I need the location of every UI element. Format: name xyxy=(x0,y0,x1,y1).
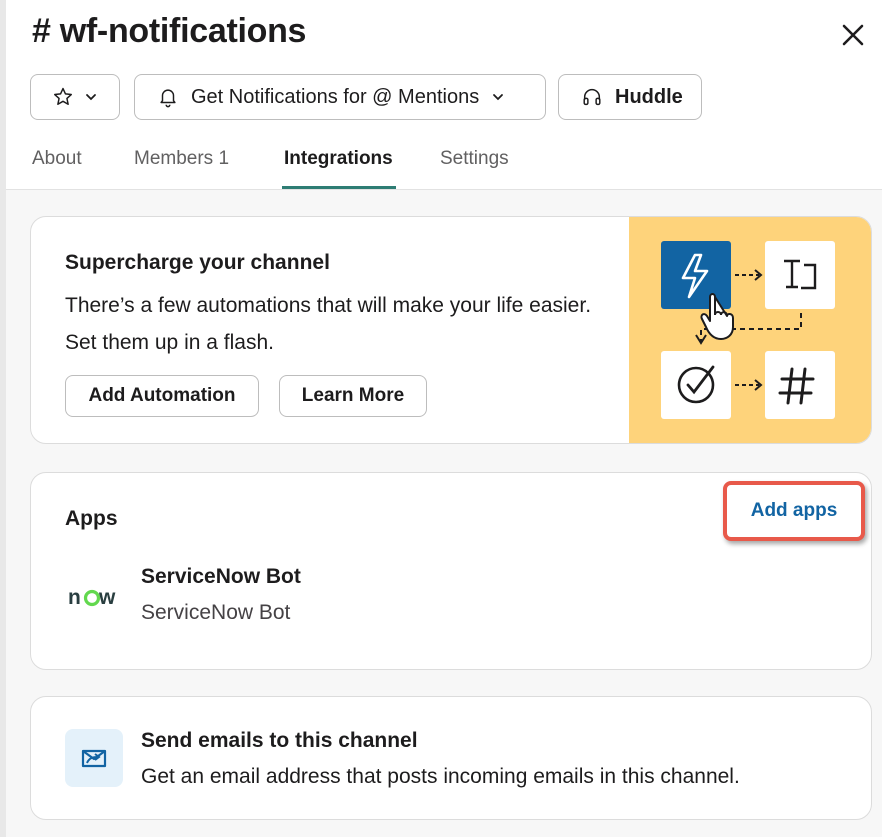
star-dropdown-button[interactable] xyxy=(30,74,120,120)
tab-members[interactable]: Members 1 xyxy=(134,148,229,170)
svg-text:w: w xyxy=(98,586,116,609)
tab-about[interactable]: About xyxy=(32,148,82,170)
channel-title: # wf-notifications xyxy=(32,12,307,50)
apps-title: Apps xyxy=(65,507,118,530)
bell-icon xyxy=(160,89,176,108)
star-icon xyxy=(54,87,72,105)
supercharge-description: There’s a few automations that will make… xyxy=(65,294,592,354)
hash-tile-icon xyxy=(765,351,835,419)
notifications-label: Get Notifications for @ Mentions xyxy=(191,85,480,108)
supercharge-title: Supercharge your channel xyxy=(65,251,330,274)
email-forward-icon xyxy=(65,729,123,787)
supercharge-card: Supercharge your channel There’s a few a… xyxy=(30,216,872,444)
dashed-arrow-icon xyxy=(735,269,763,281)
panel-header: # wf-notifications Get Notifications for… xyxy=(6,0,882,190)
app-subtitle: ServiceNow Bot xyxy=(141,601,291,624)
headphones-icon xyxy=(583,89,601,106)
tab-integrations[interactable]: Integrations xyxy=(284,148,393,170)
apps-card: Apps Add apps n w ServiceNow Bot Service… xyxy=(30,472,872,670)
tab-bar: About Members 1 Integrations Settings xyxy=(6,140,882,190)
learn-more-button[interactable]: Learn More xyxy=(279,375,427,417)
automation-illustration xyxy=(629,217,871,443)
channel-details-panel: # wf-notifications Get Notifications for… xyxy=(6,0,882,837)
add-apps-button[interactable]: Add apps xyxy=(723,481,865,541)
close-button[interactable] xyxy=(836,18,870,52)
notifications-dropdown-button[interactable]: Get Notifications for @ Mentions xyxy=(134,74,546,120)
bolt-tile-icon xyxy=(661,241,731,309)
servicenow-logo-icon: n w xyxy=(68,586,116,609)
email-title: Send emails to this channel xyxy=(141,729,418,752)
automation-illustration-graphic xyxy=(661,241,835,419)
huddle-label: Huddle xyxy=(615,85,683,108)
app-name[interactable]: ServiceNow Bot xyxy=(141,565,301,589)
chevron-down-icon xyxy=(86,94,96,101)
dashed-arrow-icon xyxy=(735,379,763,391)
chevron-down-icon xyxy=(493,94,504,101)
add-automation-button[interactable]: Add Automation xyxy=(65,375,259,417)
close-icon xyxy=(842,24,864,46)
svg-text:n: n xyxy=(68,586,81,609)
servicenow-logo: n w xyxy=(65,569,123,625)
email-description: Get an email address that posts incoming… xyxy=(141,765,740,788)
email-card[interactable]: Send emails to this channel Get an email… xyxy=(30,696,872,820)
huddle-button[interactable]: Huddle xyxy=(558,74,702,120)
check-tile-icon xyxy=(661,351,731,419)
text-tile-icon xyxy=(765,241,835,309)
tab-settings[interactable]: Settings xyxy=(440,148,509,170)
active-tab-indicator xyxy=(282,186,396,189)
